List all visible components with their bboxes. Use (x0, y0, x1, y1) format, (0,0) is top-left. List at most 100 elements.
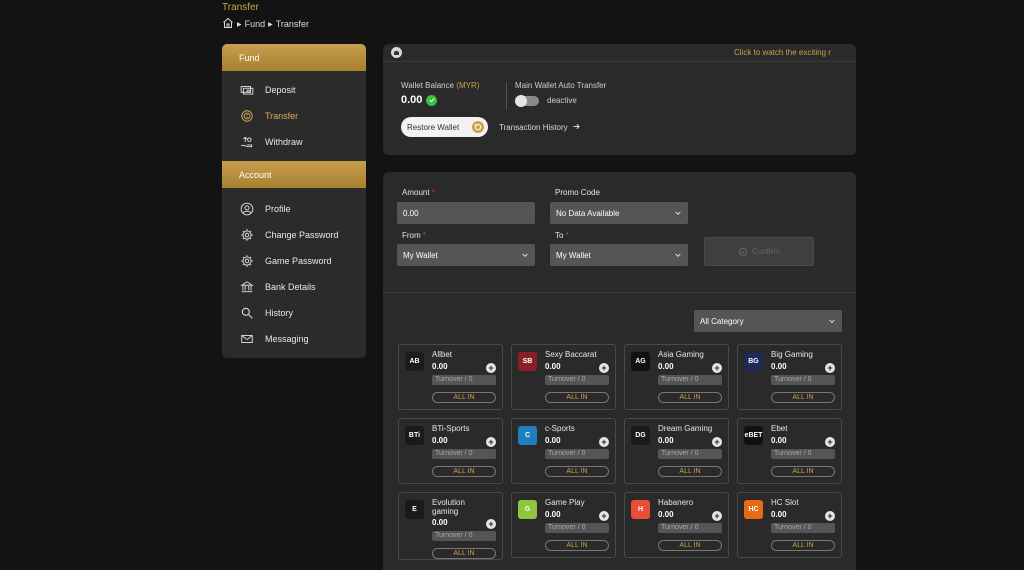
sidebar-item-deposit[interactable]: Deposit (222, 77, 366, 103)
all-in-button[interactable]: ALL IN (771, 392, 835, 403)
all-in-button[interactable]: ALL IN (432, 392, 496, 403)
game-provider-name: Evolution gaming (432, 498, 465, 516)
game-provider-logo: AG (631, 352, 650, 371)
wallet-panel: Click to watch the exciting r Wallet Bal… (383, 44, 856, 155)
refresh-icon[interactable] (426, 94, 438, 106)
sidebar-item-label: Game Password (265, 256, 332, 266)
sidebar-item-history[interactable]: History (222, 300, 366, 326)
from-select[interactable]: My Wallet (397, 244, 535, 266)
sidebar-item-withdraw[interactable]: Withdraw (222, 129, 366, 155)
all-in-button[interactable]: ALL IN (432, 548, 496, 559)
add-icon[interactable]: + (486, 363, 496, 373)
all-in-button[interactable]: ALL IN (658, 392, 722, 403)
add-icon[interactable]: + (825, 437, 835, 447)
add-icon[interactable]: + (712, 363, 722, 373)
game-provider-logo: BTi (405, 426, 424, 445)
turnover-field: Turnover / 0 (771, 523, 835, 533)
restore-wallet-button[interactable]: Restore Wallet (401, 117, 488, 137)
all-in-button[interactable]: ALL IN (545, 392, 609, 403)
sidebar-item-bank-details[interactable]: Bank Details (222, 274, 366, 300)
game-wallet-card: BG Big Gaming 0.00 + Turnover / 0 ALL IN (737, 344, 842, 410)
all-in-button[interactable]: ALL IN (771, 540, 835, 551)
game-provider-name: Habanero (658, 498, 694, 507)
transfer-coin-icon (239, 109, 254, 124)
all-in-button[interactable]: ALL IN (771, 466, 835, 477)
announcement-bar[interactable]: Click to watch the exciting r (383, 44, 856, 62)
game-provider-name: HC Slot (771, 498, 799, 507)
promo-code-select[interactable]: No Data Available (550, 202, 688, 224)
user-icon (239, 202, 254, 217)
game-balance: 0.00 (658, 510, 674, 519)
turnover-field: Turnover / 0 (545, 523, 609, 533)
wallet-balance: 0.00 (401, 94, 438, 106)
all-in-button[interactable]: ALL IN (658, 540, 722, 551)
sidebar-item-label: Change Password (265, 230, 339, 240)
sidebar-item-game-password[interactable]: Game Password (222, 248, 366, 274)
game-provider-logo: AB (405, 352, 424, 371)
game-provider-name: Asia Gaming (658, 350, 704, 359)
all-in-button[interactable]: ALL IN (658, 466, 722, 477)
game-provider-name: Game Play (545, 498, 585, 507)
chevron-down-icon (522, 253, 528, 258)
add-icon[interactable]: + (599, 363, 609, 373)
game-balance: 0.00 (432, 436, 448, 445)
game-provider-logo: eBET (744, 426, 763, 445)
add-icon[interactable]: + (712, 437, 722, 447)
auto-transfer-label: Main Wallet Auto Transfer (515, 81, 607, 90)
game-balance: 0.00 (545, 436, 561, 445)
sidebar-item-label: Bank Details (265, 282, 316, 292)
game-provider-name: c-Sports (545, 424, 575, 433)
page-title: Transfer (222, 2, 259, 13)
game-provider-logo: SB (518, 352, 537, 371)
game-balance: 0.00 (432, 518, 448, 527)
game-wallet-card: DG Dream Gaming 0.00 + Turnover / 0 ALL IN (624, 418, 729, 484)
game-wallet-card: AB Allbet 0.00 + Turnover / 0 ALL IN (398, 344, 503, 410)
add-icon[interactable]: + (486, 519, 496, 529)
to-select[interactable]: My Wallet (550, 244, 688, 266)
confirm-button[interactable]: Confirm (704, 237, 814, 266)
sidebar-item-messaging[interactable]: Messaging (222, 326, 366, 352)
add-icon[interactable]: + (599, 511, 609, 521)
game-provider-logo: G (518, 500, 537, 519)
game-provider-name: Ebet (771, 424, 788, 433)
currency-label: (MYR) (456, 81, 480, 90)
add-icon[interactable]: + (486, 437, 496, 447)
announcement-text[interactable]: Click to watch the exciting r (734, 48, 846, 57)
check-circle-icon (738, 247, 748, 256)
amount-input[interactable]: 0.00 (397, 202, 535, 224)
game-provider-logo: HC (744, 500, 763, 519)
game-wallet-card: G Game Play 0.00 + Turnover / 0 ALL IN (511, 492, 616, 558)
add-icon[interactable]: + (825, 363, 835, 373)
announcement-icon (391, 47, 402, 58)
game-balance: 0.00 (771, 362, 787, 371)
wallet-balance-value: 0.00 (401, 94, 423, 106)
game-provider-logo: H (631, 500, 650, 519)
auto-transfer-toggle[interactable] (515, 95, 539, 107)
sidebar-heading-account: Account (222, 161, 366, 188)
turnover-field: Turnover / 0 (432, 531, 496, 541)
turnover-field: Turnover / 0 (432, 375, 496, 385)
breadcrumb-fund[interactable]: Fund (245, 19, 266, 29)
sidebar-item-transfer[interactable]: Transfer (222, 103, 366, 129)
sidebar-item-label: Deposit (265, 85, 296, 95)
home-icon[interactable] (222, 17, 234, 31)
add-icon[interactable]: + (599, 437, 609, 447)
all-in-button[interactable]: ALL IN (545, 466, 609, 477)
turnover-field: Turnover / 0 (432, 449, 496, 459)
breadcrumb-transfer: Transfer (275, 19, 309, 29)
all-in-button[interactable]: ALL IN (432, 466, 496, 477)
all-in-button[interactable]: ALL IN (545, 540, 609, 551)
withdraw-icon (239, 135, 254, 150)
transaction-history-link[interactable]: Transaction History (499, 122, 581, 133)
sidebar-item-change-password[interactable]: Change Password (222, 222, 366, 248)
add-icon[interactable]: + (825, 511, 835, 521)
from-value: My Wallet (403, 250, 438, 260)
add-icon[interactable]: + (712, 511, 722, 521)
bank-icon (239, 280, 254, 295)
category-select[interactable]: All Category (694, 310, 842, 332)
restore-wallet-label: Restore Wallet (407, 122, 460, 132)
game-provider-name: Allbet (432, 350, 453, 359)
auto-transfer-state: deactive (547, 96, 577, 105)
sidebar-item-profile[interactable]: Profile (222, 196, 366, 222)
arrow-right-icon (572, 122, 581, 133)
